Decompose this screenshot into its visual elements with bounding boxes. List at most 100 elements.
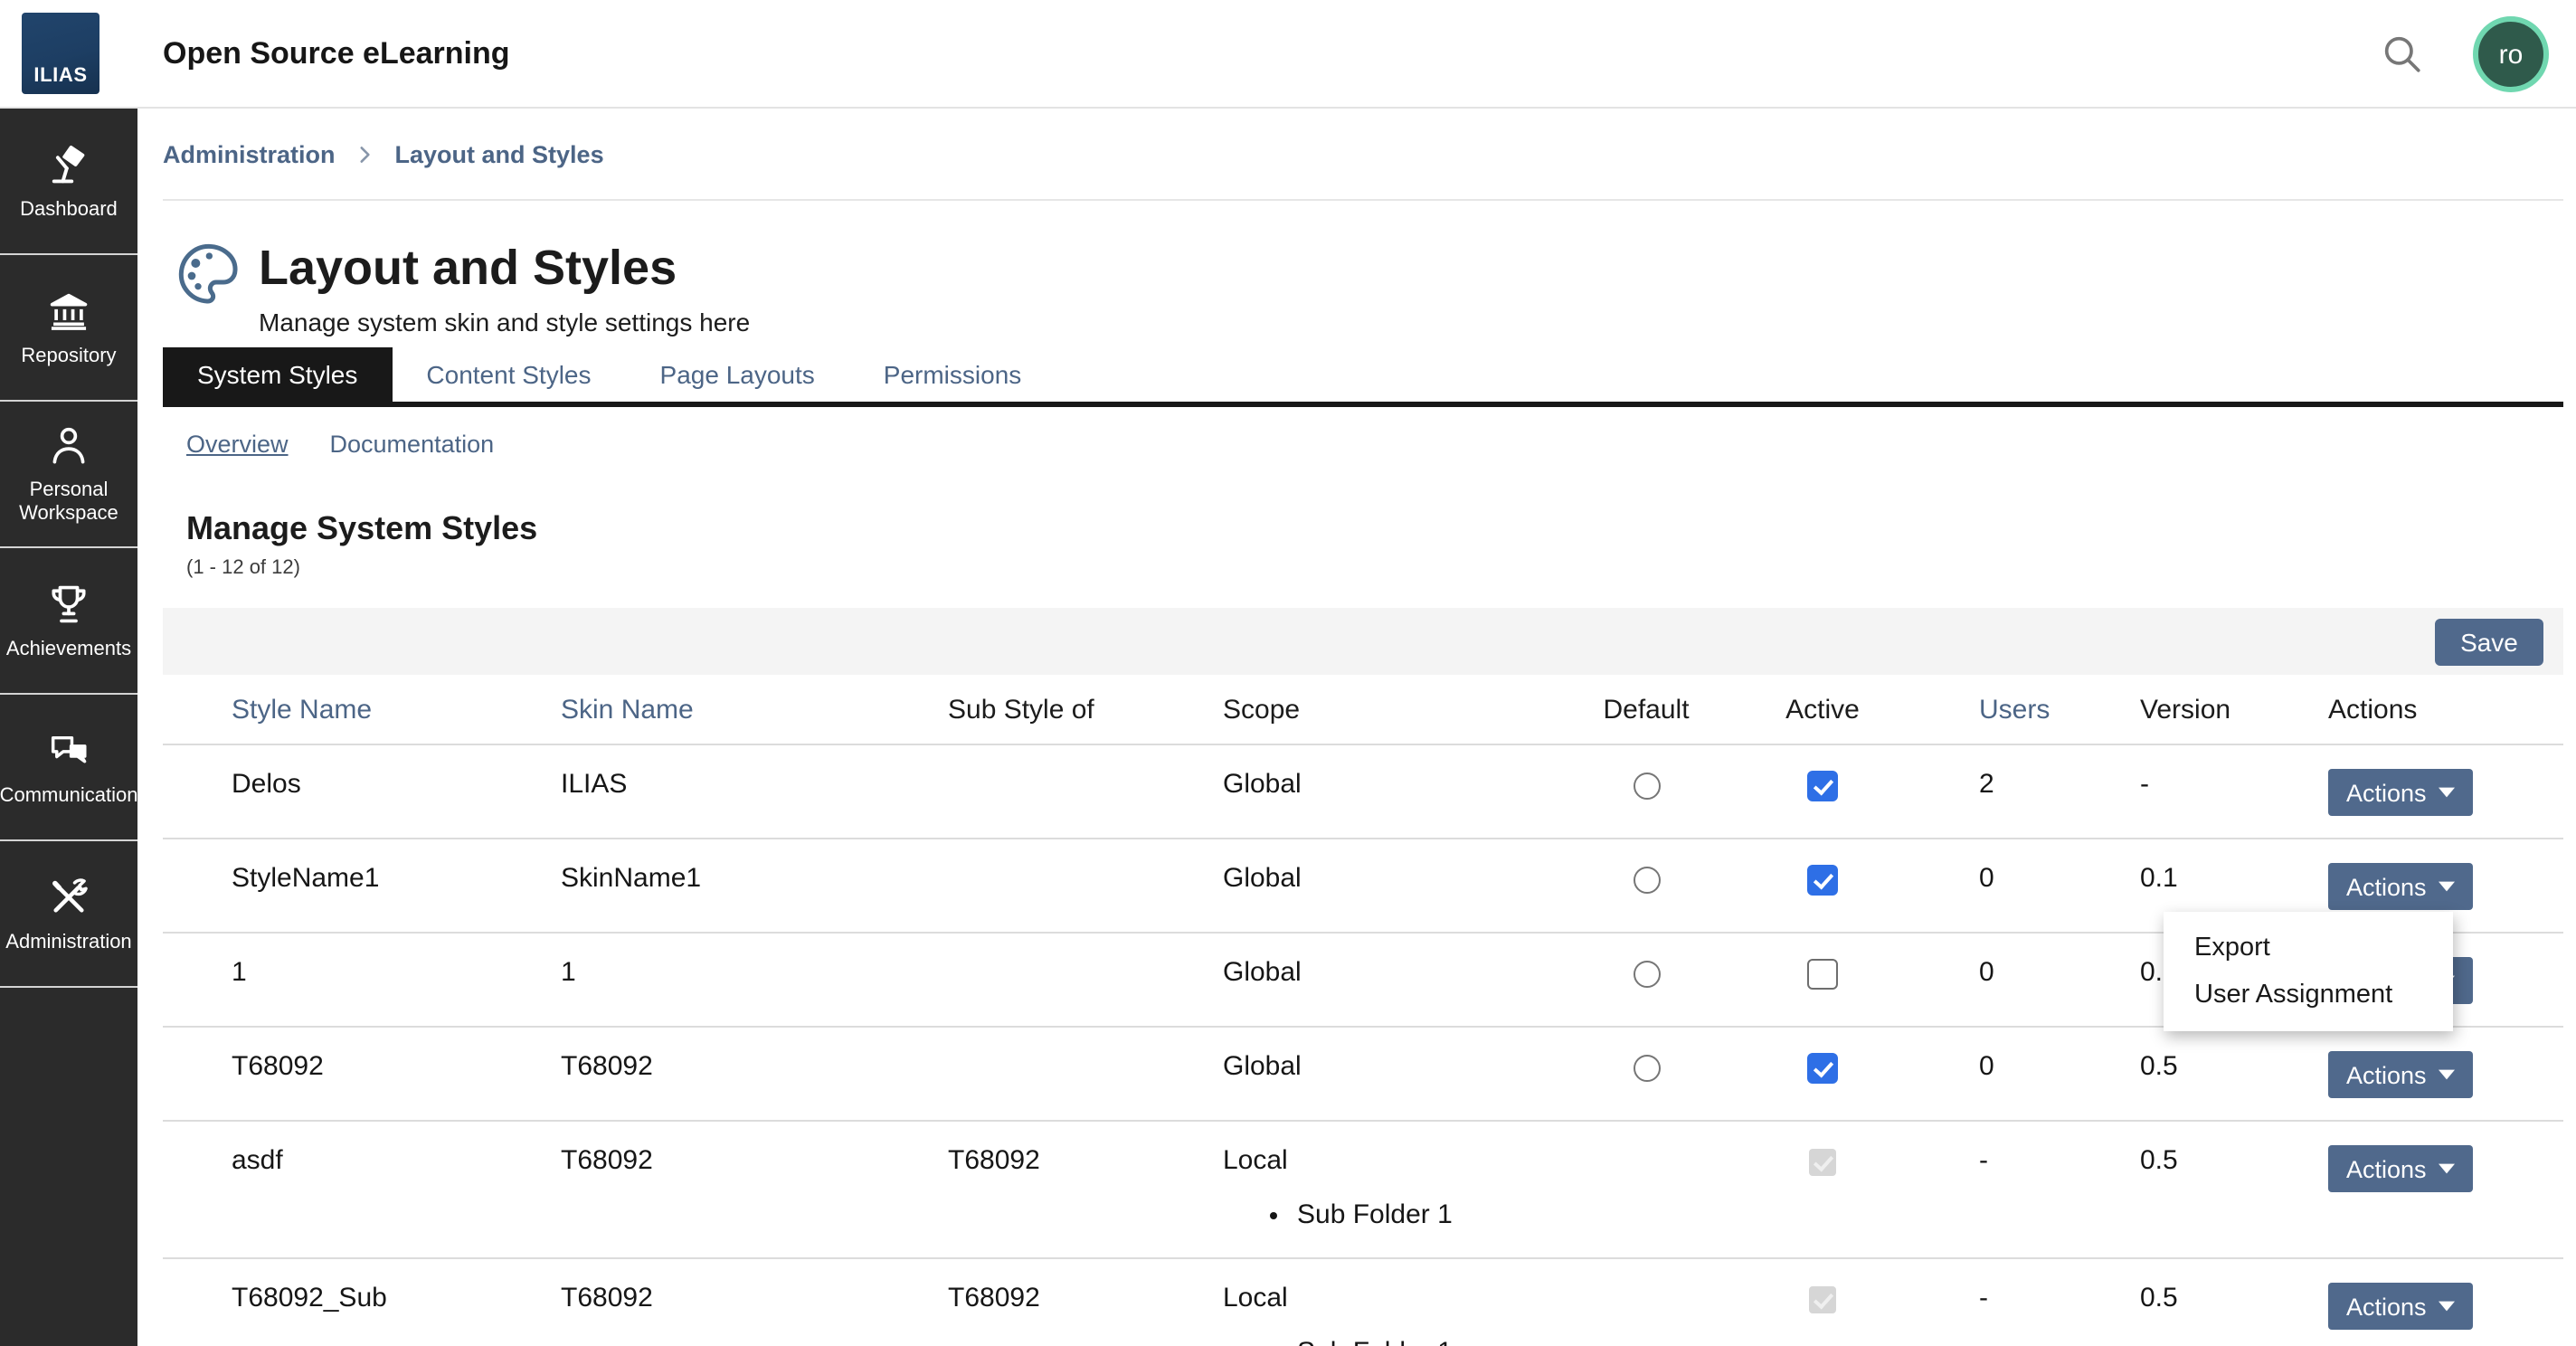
column-header-users[interactable]: Users: [1908, 694, 2069, 725]
column-header-sub-style-of: Sub Style of: [948, 694, 1223, 725]
column-header-skin-name[interactable]: Skin Name: [561, 694, 948, 725]
default-radio[interactable]: [1633, 1055, 1660, 1082]
scope-value: Global: [1223, 1051, 1556, 1084]
column-header-version: Version: [2069, 694, 2258, 725]
row-actions-button[interactable]: Actions: [2328, 1145, 2474, 1192]
dropdown-item-user-assignment[interactable]: User Assignment: [2164, 972, 2453, 1019]
sidebar-item-achievements[interactable]: Achievements: [0, 548, 137, 695]
scope-cell: Global: [1223, 1051, 1556, 1084]
users-cell: 0: [1908, 1051, 2069, 1084]
caret-down-icon: [2439, 1163, 2456, 1174]
sidebar-item-label: Administration: [5, 931, 131, 954]
caret-down-icon: [2439, 1301, 2456, 1312]
scope-cell: Global: [1223, 769, 1556, 801]
sidebar-item-repository[interactable]: Repository: [0, 255, 137, 402]
actions-cell: Actions: [2258, 863, 2563, 910]
subtab-documentation[interactable]: Documentation: [330, 431, 495, 458]
sidebar-item-communication[interactable]: Communication: [0, 695, 137, 841]
column-header-active: Active: [1737, 694, 1908, 725]
users-cell: -: [1908, 1145, 2069, 1178]
logo-text: ILIAS: [33, 65, 87, 87]
skin-name-cell: T68092: [561, 1051, 948, 1084]
scope-sub-item: Sub Folder 1: [1297, 1199, 1556, 1232]
table-row: asdf T68092 T68092 Local Sub Folder 1 - …: [163, 1122, 2563, 1259]
skin-name-cell: ILIAS: [561, 769, 948, 801]
actions-dropdown-menu: ExportUser Assignment: [2164, 912, 2453, 1031]
subtab-overview[interactable]: Overview: [186, 431, 289, 458]
users-cell: 0: [1908, 957, 2069, 990]
dropdown-item-export[interactable]: Export: [2164, 924, 2453, 972]
table-row: Delos ILIAS Global 2 - Actions: [163, 745, 2563, 839]
style-name-cell: asdf: [232, 1145, 561, 1178]
active-checkbox[interactable]: [1807, 959, 1838, 990]
default-cell: [1556, 863, 1737, 894]
style-name-cell: Delos: [232, 769, 561, 801]
actions-cell: Actions: [2258, 1051, 2563, 1098]
tab-page-layouts[interactable]: Page Layouts: [626, 347, 849, 402]
ilias-logo[interactable]: ILIAS: [22, 13, 99, 94]
default-cell: [1556, 1051, 1737, 1082]
version-cell: 0.5: [2069, 1051, 2258, 1084]
section-heading: Manage System Styles: [186, 510, 2563, 548]
default-radio[interactable]: [1633, 867, 1660, 894]
breadcrumb-layout-and-styles[interactable]: Layout and Styles: [395, 140, 604, 167]
actions-button-label: Actions: [2346, 873, 2427, 900]
actions-cell: Actions: [2258, 769, 2563, 816]
search-icon[interactable]: [2379, 31, 2426, 78]
sidebar-item-administration[interactable]: Administration: [0, 841, 137, 988]
default-radio[interactable]: [1633, 773, 1660, 800]
style-name-cell: T68092: [232, 1051, 561, 1084]
table-toolbar: Save: [163, 608, 2563, 675]
mainbar: Dashboard Repository Personal Workspace …: [0, 109, 137, 1346]
sidebar-item-label: Communication: [0, 784, 137, 808]
avatar-label: ro: [2499, 39, 2524, 70]
row-actions-button[interactable]: Actions: [2328, 863, 2474, 910]
scope-cell: Global: [1223, 957, 1556, 990]
scope-value: Local: [1223, 1283, 1556, 1315]
users-cell: 2: [1908, 769, 2069, 801]
system-styles-table: Style NameSkin NameSub Style ofScopeDefa…: [163, 675, 2563, 1346]
sidebar-item-personal-workspace[interactable]: Personal Workspace: [0, 402, 137, 548]
avatar[interactable]: ro: [2473, 16, 2549, 92]
table-row: T68092 T68092 Global 0 0.5 Actions: [163, 1028, 2563, 1122]
active-checkbox: [1809, 1149, 1836, 1176]
sidebar-item-dashboard[interactable]: Dashboard: [0, 109, 137, 255]
active-cell: [1737, 1283, 1908, 1313]
tab-content-styles[interactable]: Content Styles: [392, 347, 625, 402]
administration-tools-icon: [45, 873, 92, 920]
row-actions-button[interactable]: Actions: [2328, 769, 2474, 816]
save-button[interactable]: Save: [2435, 618, 2543, 665]
active-cell: [1737, 1145, 1908, 1176]
row-actions-button[interactable]: Actions: [2328, 1283, 2474, 1330]
sidebar-item-label: Achievements: [6, 638, 131, 661]
skin-name-cell: 1: [561, 957, 948, 990]
breadcrumb-administration[interactable]: Administration: [163, 140, 336, 167]
actions-cell: Actions: [2258, 1145, 2563, 1192]
active-checkbox[interactable]: [1807, 771, 1838, 801]
tab-permissions[interactable]: Permissions: [849, 347, 1056, 402]
column-header-scope: Scope: [1223, 694, 1556, 725]
users-cell: -: [1908, 1283, 2069, 1315]
section-head: Manage System Styles (1 - 12 of 12): [163, 510, 2563, 579]
active-checkbox[interactable]: [1807, 865, 1838, 896]
default-radio[interactable]: [1633, 961, 1660, 988]
skin-name-cell: SkinName1: [561, 863, 948, 896]
app-title: Open Source eLearning: [163, 35, 510, 71]
topbar-right: ro: [2379, 0, 2549, 109]
style-name-cell: StyleName1: [232, 863, 561, 896]
column-header-style-name[interactable]: Style Name: [232, 694, 561, 725]
sidebar-item-label: Repository: [21, 345, 116, 368]
scope-value: Local: [1223, 1145, 1556, 1178]
active-checkbox[interactable]: [1807, 1053, 1838, 1084]
caret-down-icon: [2439, 881, 2456, 892]
scope-cell: Local Sub Folder 1: [1223, 1283, 1556, 1346]
users-cell: 0: [1908, 863, 2069, 896]
version-cell: -: [2069, 769, 2258, 801]
tab-system-styles[interactable]: System Styles: [163, 347, 392, 402]
row-actions-button[interactable]: Actions: [2328, 1051, 2474, 1098]
actions-button-label: Actions: [2346, 779, 2427, 806]
scope-sub-list: Sub Folder 1: [1223, 1199, 1556, 1232]
communication-chat-icon: [45, 726, 92, 773]
version-cell: 0.5: [2069, 1145, 2258, 1178]
active-cell: [1737, 957, 1908, 990]
